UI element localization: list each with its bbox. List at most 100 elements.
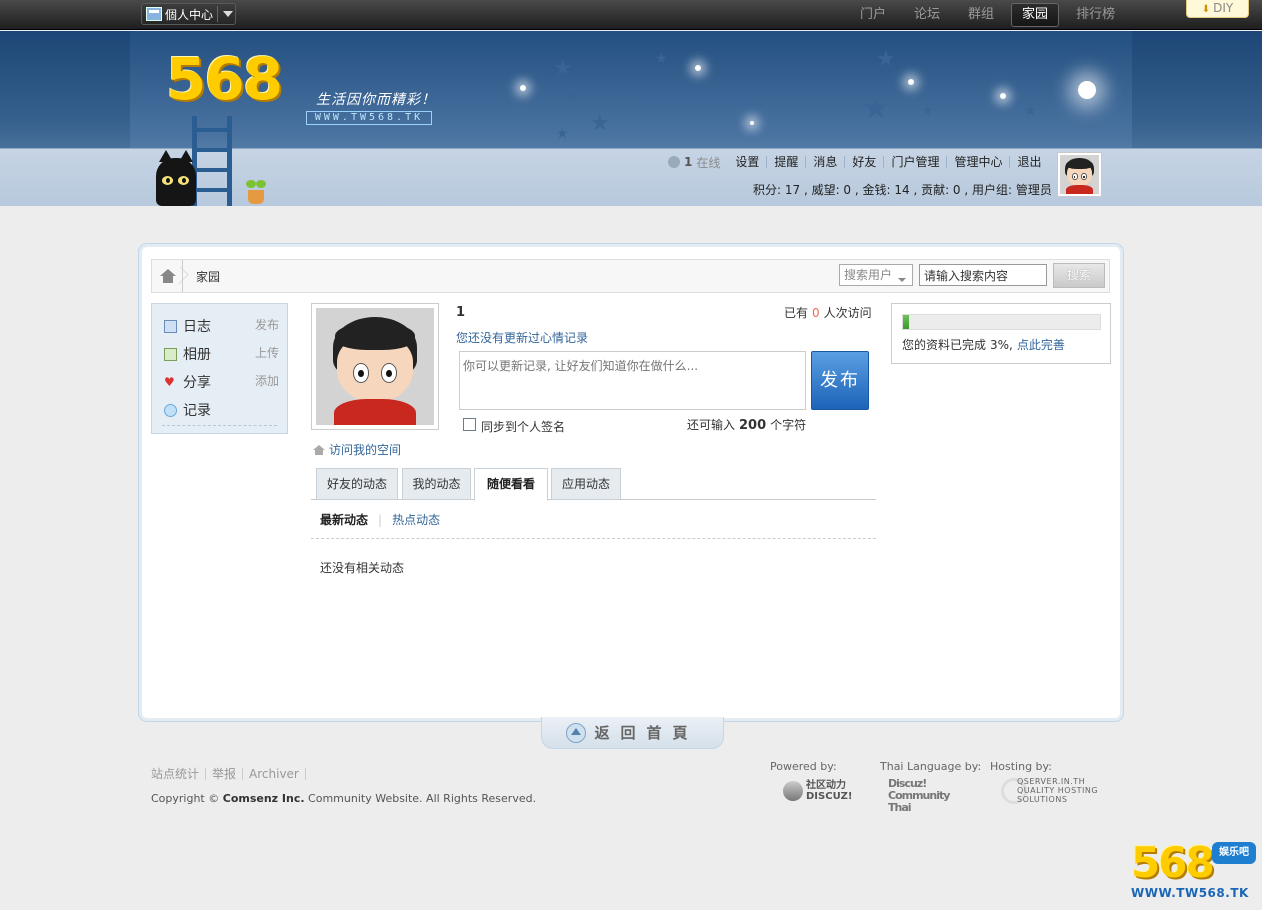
username[interactable]: 1 — [456, 305, 465, 320]
main-nav: 门户 论坛 群组 家园 排行榜 — [843, 3, 1126, 27]
nav-group[interactable]: 群组 — [957, 3, 1005, 27]
footer-link-archiver[interactable]: Archiver — [249, 768, 306, 780]
online-label: 在线 — [696, 155, 721, 170]
visit-space-link[interactable]: 访问我的空间 — [313, 441, 401, 458]
char-counter: 还可输入 200 个字符 — [687, 418, 807, 433]
link-notifications[interactable]: 提醒 — [766, 156, 805, 168]
star-icon: ★ — [876, 47, 896, 72]
user-credits: 积分: 17 , 威望: 0 , 金钱: 14 , 贡献: 0 , 用户组: 管… — [753, 183, 1052, 197]
hosting-label: Hosting by: — [990, 760, 1052, 773]
breadcrumb-current[interactable]: 家园 — [196, 268, 220, 285]
return-home-button[interactable]: 返回首頁 — [541, 717, 724, 749]
discuz-thai-logo[interactable]: Discuz! Community Thai — [888, 778, 974, 814]
powered-by-label: Powered by: — [770, 760, 837, 773]
tab-browse[interactable]: 随便看看 — [474, 468, 548, 501]
feed-tabs: 好友的动态 我的动态 随便看看 应用动态 — [311, 467, 876, 501]
completion-progress-fill — [903, 315, 909, 329]
nav-ranking[interactable]: 排行榜 — [1065, 3, 1126, 27]
search-type-select[interactable]: 搜索用户 — [839, 264, 913, 286]
sidebar-item-label[interactable]: 分享 — [183, 372, 211, 392]
tab-friends-feed[interactable]: 好友的动态 — [316, 468, 398, 500]
footer-link-report[interactable]: 举报 — [212, 768, 244, 780]
breadcrumb-separator — [182, 260, 192, 292]
breadcrumb: 家园 搜索用户 搜索 — [151, 259, 1110, 293]
link-logout[interactable]: 退出 — [1009, 156, 1048, 168]
online-count: 1 — [684, 155, 693, 169]
user-links: 1 在线 设置 提醒 消息 好友 门户管理 管理中心 退出 — [668, 153, 1048, 171]
complete-profile-link[interactable]: 点此完善 — [1017, 338, 1065, 352]
personal-center-menu[interactable]: 個人中心 — [141, 3, 236, 25]
status-input[interactable] — [459, 351, 806, 410]
personal-center-icon — [146, 7, 162, 21]
qserver-logo[interactable]: QSERVER.IN.TH QUALITY HOSTING SOLUTIONS — [1001, 777, 1099, 804]
diy-button[interactable]: ⬇ DIY — [1186, 0, 1249, 18]
link-friends[interactable]: 好友 — [844, 156, 883, 168]
completion-progress-bar — [902, 314, 1101, 330]
link-settings[interactable]: 设置 — [728, 156, 766, 168]
speech-bubble-icon — [164, 403, 177, 417]
ladder-icon — [192, 116, 232, 206]
footer-links: 站点统计 举报 Archiver — [151, 768, 312, 780]
sidebar-item-blog[interactable]: 日志 发布 — [164, 316, 279, 336]
link-messages[interactable]: 消息 — [805, 156, 844, 168]
watermark-logo: 568 娱乐吧 WWW.TW568.TK — [1131, 840, 1259, 906]
star-icon: ★ — [590, 111, 610, 136]
completion-text: 您的资料已完成 3%, 点此完善 — [902, 338, 1065, 352]
link-admin-center[interactable]: 管理中心 — [946, 156, 1009, 168]
status-history-link[interactable]: 您还没有更新过心情记录 — [456, 329, 588, 346]
footer-link-stats[interactable]: 站点统计 — [151, 768, 207, 780]
sidebar-item-album[interactable]: 相册 上传 — [164, 344, 279, 364]
profile-avatar[interactable] — [311, 303, 439, 430]
subtab-latest[interactable]: 最新动态 — [320, 511, 368, 528]
site-logo[interactable]: 568 — [166, 46, 283, 116]
profile-completion-box: 您的资料已完成 3%, 点此完善 — [891, 303, 1111, 364]
feed-empty-message: 还没有相关动态 — [320, 561, 405, 575]
sidebar-item-share[interactable]: ♥ 分享 添加 — [164, 372, 279, 392]
chevron-down-icon[interactable] — [223, 11, 234, 17]
link-portal-admin[interactable]: 门户管理 — [883, 156, 946, 168]
discuz-logo[interactable]: 社区动力 DISCUZ! — [783, 780, 878, 802]
copyright: Copyright © Comsenz Inc. Community Websi… — [151, 792, 537, 805]
star-icon: ★ — [862, 91, 889, 126]
album-icon — [164, 347, 177, 361]
sidebar-item-label[interactable]: 记录 — [183, 400, 211, 420]
search-button[interactable]: 搜索 — [1053, 263, 1105, 288]
sidebar-action-upload[interactable]: 上传 — [255, 344, 279, 361]
personal-center-label: 個人中心 — [165, 7, 214, 22]
sync-signature-checkbox[interactable] — [463, 418, 476, 431]
feed-subtabs: 最新动态 | 热点动态 — [320, 511, 441, 528]
cat-mascot-icon — [156, 150, 196, 206]
thai-language-label: Thai Language by: — [880, 760, 982, 773]
star-icon: ★ — [556, 126, 569, 142]
user-online-icon — [668, 156, 680, 168]
visit-count: 已有 0 人次访问 — [784, 306, 872, 320]
home-sidebar: 日志 发布 相册 上传 ♥ 分享 添加 记录 — [151, 303, 288, 434]
publish-button[interactable]: 发布 — [811, 351, 869, 410]
moon-icon — [1078, 81, 1096, 99]
sync-signature-label[interactable]: 同步到个人签名 — [481, 418, 565, 435]
star-icon: ★ — [553, 56, 573, 81]
search-input[interactable] — [919, 264, 1047, 286]
site-slogan: 生活因你而精彩！ — [316, 92, 436, 108]
tab-app-feed[interactable]: 应用动态 — [551, 468, 621, 500]
heart-icon: ♥ — [164, 374, 175, 389]
arrow-up-icon — [566, 722, 587, 743]
sidebar-item-label[interactable]: 日志 — [183, 316, 211, 336]
sidebar-item-label[interactable]: 相册 — [183, 344, 211, 364]
arrow-down-icon: ⬇ — [1201, 4, 1211, 15]
site-url: WWW.TW568.TK — [306, 111, 432, 125]
subtab-hot[interactable]: 热点动态 — [392, 511, 440, 528]
nav-portal[interactable]: 门户 — [849, 3, 897, 27]
tab-my-feed[interactable]: 我的动态 — [402, 468, 471, 500]
blog-icon — [164, 319, 177, 333]
sidebar-action-add[interactable]: 添加 — [255, 372, 279, 389]
plant-icon — [244, 180, 268, 206]
top-bar: 個人中心 门户 论坛 群组 家园 排行榜 ⬇ DIY — [0, 0, 1262, 30]
sidebar-item-record[interactable]: 记录 — [164, 400, 279, 420]
home-icon — [313, 444, 325, 455]
sidebar-action-publish[interactable]: 发布 — [255, 316, 279, 333]
nav-home[interactable]: 家园 — [1011, 3, 1060, 27]
avatar[interactable] — [1057, 152, 1102, 197]
star-icon: ★ — [1024, 103, 1037, 119]
nav-forum[interactable]: 论坛 — [903, 3, 951, 27]
